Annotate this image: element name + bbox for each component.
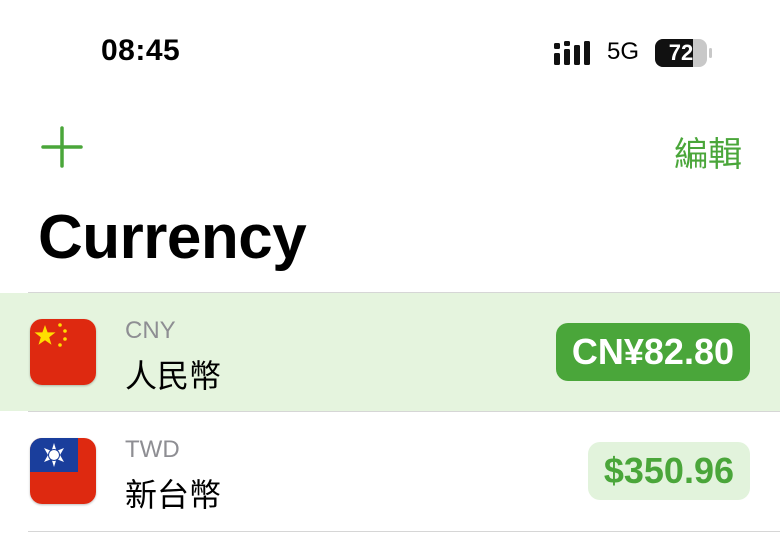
divider: [28, 531, 780, 532]
add-button[interactable]: [40, 125, 84, 169]
edit-button[interactable]: 編輯: [674, 127, 742, 176]
currency-code: TWD: [125, 436, 180, 463]
currency-row-cny[interactable]: CNY 人民幣 CN¥82.80: [0, 293, 780, 411]
currency-code: CNY: [125, 317, 176, 344]
status-time: 08:45: [101, 34, 181, 67]
signal-icon: [554, 41, 590, 65]
currency-row-twd[interactable]: TWD 新台幣 $350.96: [0, 412, 780, 530]
china-flag-icon: [30, 319, 96, 385]
currency-amount[interactable]: CN¥82.80: [555, 323, 750, 381]
currency-name: 人民幣: [125, 357, 222, 395]
page-title: Currency: [38, 203, 307, 272]
currency-name: 新台幣: [125, 476, 222, 514]
status-bar: 08:45 5G 72: [0, 0, 780, 100]
taiwan-flag-icon: [30, 438, 96, 504]
currency-amount[interactable]: $350.96: [587, 442, 750, 500]
battery-level: 72: [668, 40, 694, 65]
network-type: 5G: [607, 38, 640, 65]
